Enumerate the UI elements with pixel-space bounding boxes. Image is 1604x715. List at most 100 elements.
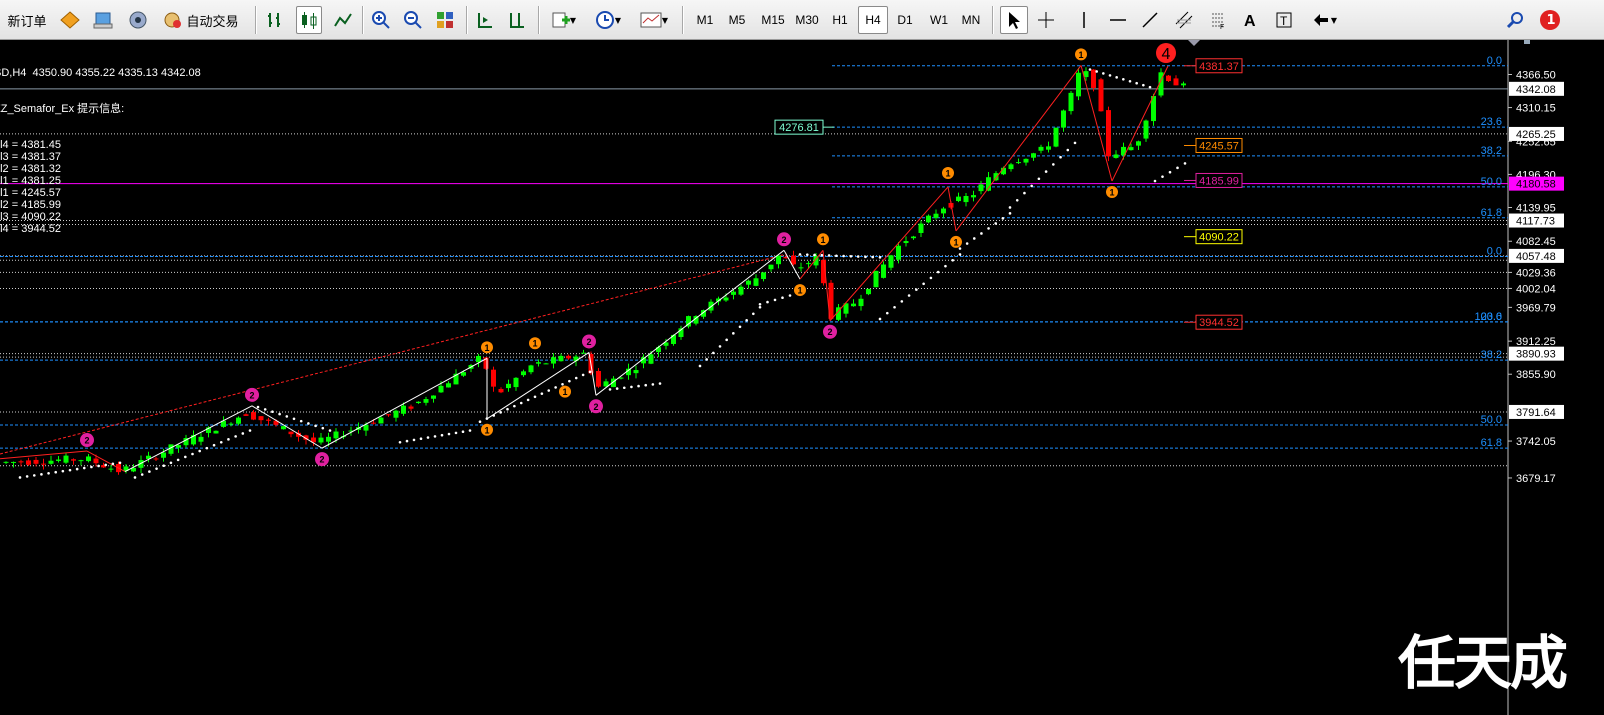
semafor-number: 2 — [593, 402, 598, 412]
text-tool-button[interactable]: A — [1236, 6, 1264, 34]
sar-dot — [440, 433, 444, 437]
auto-trade-icon — [164, 12, 182, 28]
horizontal-line-tool-button[interactable] — [1104, 6, 1132, 34]
candle-body — [896, 245, 901, 260]
timeframe-m5[interactable]: M5 — [722, 6, 752, 34]
sar-dot — [738, 325, 742, 329]
candle-body — [888, 255, 894, 268]
timeframe-m1[interactable]: M1 — [690, 6, 720, 34]
sar-dot — [468, 429, 472, 432]
sar-dot — [412, 438, 416, 442]
sar-dot — [637, 384, 640, 388]
vertical-line-tool-button[interactable] — [1070, 6, 1098, 34]
price-tag-label: 4057.48 — [1516, 251, 1556, 263]
arrows-tool-button[interactable]: ▼ — [1304, 6, 1344, 34]
sar-dot — [588, 370, 592, 374]
tile-windows-button[interactable] — [432, 6, 458, 34]
navigator-button[interactable] — [90, 6, 118, 34]
templates-button[interactable]: ▼ — [634, 6, 674, 34]
timeframe-h1[interactable]: H1 — [825, 6, 855, 34]
candle-body — [941, 208, 946, 214]
search-button[interactable] — [1502, 6, 1530, 34]
sar-dot — [574, 376, 578, 380]
candle-body — [543, 363, 549, 365]
auto-trade-label: 自动交易 — [186, 14, 239, 30]
candle-body — [3, 461, 9, 463]
auto-scroll-icon — [478, 13, 492, 28]
timeframe-d1[interactable]: D1 — [890, 6, 920, 34]
sar-dot — [1108, 74, 1112, 77]
sar-dot — [705, 358, 708, 361]
sar-dot — [1037, 177, 1041, 181]
candle-body — [1181, 83, 1186, 86]
trendline-tool-button[interactable] — [1136, 6, 1164, 34]
timeframe-h4[interactable]: H4 — [858, 6, 888, 34]
timeframe-mn[interactable]: MN — [956, 6, 986, 34]
candle-body — [378, 417, 384, 424]
indicators-button[interactable]: ▼ — [544, 6, 582, 34]
sar-dot — [630, 385, 633, 389]
candle-body — [963, 195, 969, 203]
sar-dot — [405, 439, 409, 443]
candle-body — [228, 423, 234, 425]
price-tag-label: 4265.25 — [1516, 129, 1556, 141]
new-order-button[interactable]: 新订单 — [2, 6, 52, 34]
zigzag-line — [783, 250, 801, 280]
cursor-tool-button[interactable] — [1000, 6, 1028, 34]
sar-dot — [61, 469, 65, 473]
candle-body — [318, 437, 324, 443]
price-tick-label: 3742.05 — [1516, 436, 1556, 448]
candle-body — [536, 362, 541, 364]
candle-body — [258, 416, 264, 421]
equidistant-channel-tool-button[interactable] — [1170, 6, 1198, 34]
semafor-number: 1 — [562, 387, 567, 397]
candle-body — [371, 422, 376, 424]
sar-dot — [133, 476, 137, 479]
semafor-price-label: 4090.22 — [1199, 232, 1239, 244]
sar-dot — [54, 470, 58, 474]
sar-dot — [1128, 79, 1132, 83]
sar-dot — [1015, 198, 1019, 202]
crosshair-tool-button[interactable] — [1032, 6, 1060, 34]
candle-body — [26, 460, 31, 465]
sar-dot — [82, 466, 86, 470]
sar-dot — [299, 419, 303, 423]
candle-body — [1128, 147, 1134, 151]
notifications-button[interactable]: 1 — [1536, 6, 1564, 34]
timeframe-m30[interactable]: M30 — [790, 6, 824, 34]
sar-dot — [485, 417, 489, 420]
timeframe-w1[interactable]: W1 — [924, 6, 954, 34]
candle-body — [446, 383, 451, 388]
auto-trade-button[interactable]: 自动交易 — [156, 6, 246, 34]
chart-shift-button[interactable] — [504, 6, 530, 34]
text-label-tool-button[interactable]: T — [1270, 6, 1298, 34]
sar-dot — [148, 470, 151, 473]
candle-body — [633, 370, 639, 374]
candle-body — [416, 401, 421, 404]
sar-dot — [526, 398, 530, 402]
sar-dot — [758, 305, 762, 309]
sar-dot — [155, 467, 158, 470]
sar-dot — [454, 431, 458, 435]
bar-chart-button[interactable] — [262, 6, 288, 34]
sar-dot — [104, 463, 108, 467]
fibonacci-tool-button[interactable]: F — [1204, 6, 1232, 34]
candle-body — [1166, 75, 1171, 82]
sar-dot — [1115, 76, 1118, 79]
periods-button[interactable]: ▼ — [588, 6, 628, 34]
sar-dot — [849, 254, 853, 258]
sar-dot — [540, 392, 544, 395]
semafor-price-label: 4245.57 — [1199, 140, 1239, 152]
metaeditor-button[interactable] — [56, 6, 84, 34]
price-chart[interactable]: 0.0 23.6 38.2 50.0 61.8 0.0 23.6 38.2 50.0 61.8 10… — [0, 40, 1604, 715]
zoom-out-button[interactable] — [400, 6, 426, 34]
signals-button[interactable] — [124, 6, 152, 34]
line-chart-button[interactable] — [330, 6, 356, 34]
candle-body — [528, 365, 534, 373]
candle-chart-button[interactable] — [296, 6, 322, 34]
candle-body — [926, 215, 931, 223]
chart-canvas[interactable]: 0.023.638.250.061.80.023.638.250.061.810… — [0, 40, 1604, 715]
timeframe-m15[interactable]: M15 — [756, 6, 790, 34]
auto-scroll-button[interactable] — [472, 6, 498, 34]
zoom-in-button[interactable] — [368, 6, 394, 34]
